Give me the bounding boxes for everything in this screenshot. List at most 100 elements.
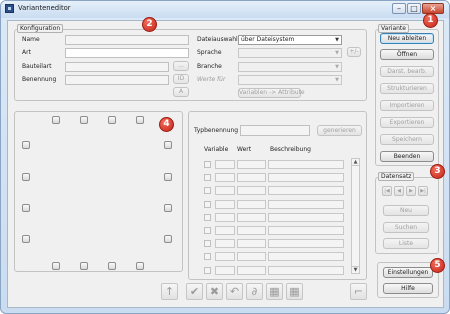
corner-icon[interactable]: ⌐ (350, 283, 367, 300)
arrow-up-icon[interactable]: ↑ (161, 283, 178, 300)
branche-select[interactable]: ▼ (238, 62, 342, 72)
beschreibung-cell[interactable] (268, 226, 344, 235)
variable-cell[interactable] (215, 212, 235, 222)
handle-right-2[interactable] (164, 173, 172, 181)
scroll-down-icon[interactable]: ▼ (352, 266, 359, 273)
variable-checkbox[interactable] (204, 266, 211, 274)
beschreibung-cell[interactable] (268, 212, 344, 222)
variable-cell[interactable] (215, 239, 235, 249)
beenden-button[interactable]: Beenden (380, 151, 434, 162)
variable-checkbox[interactable] (204, 240, 211, 248)
name-field[interactable] (65, 35, 189, 45)
handle-bottom-3[interactable] (108, 262, 116, 270)
wert-cell[interactable] (237, 186, 266, 196)
handle-top-2[interactable] (80, 116, 88, 124)
importieren-button[interactable]: Importieren (380, 100, 434, 111)
table-add-icon[interactable]: ▦ (266, 283, 283, 300)
handle-top-3[interactable] (108, 116, 116, 124)
minimize-icon[interactable]: – (392, 3, 406, 14)
delete-icon[interactable]: ✖ (206, 283, 223, 300)
variable-cell[interactable] (215, 186, 235, 196)
variable-checkbox[interactable] (204, 200, 211, 208)
werte-fuer-select[interactable]: ▼ (238, 75, 342, 85)
variable-cell[interactable] (215, 173, 235, 183)
variable-checkbox[interactable] (204, 227, 211, 234)
variable-scrollbar[interactable]: ▲ ▼ (351, 158, 360, 274)
typbenennung-field[interactable] (240, 125, 310, 136)
speichern-button[interactable]: Speichern (380, 134, 434, 145)
wert-cell[interactable] (237, 252, 266, 262)
suchen-button[interactable]: Suchen (383, 222, 429, 233)
exportieren-button[interactable]: Exportieren (380, 117, 434, 128)
handle-bottom-1[interactable] (52, 262, 60, 270)
variable-checkbox[interactable] (204, 161, 211, 168)
handle-left-2[interactable] (22, 173, 30, 181)
handle-left-4[interactable] (22, 235, 30, 243)
first-record-icon[interactable]: |◀ (382, 186, 392, 196)
id-button[interactable]: ID (173, 74, 189, 84)
einstellungen-button[interactable]: Einstellungen (383, 267, 433, 278)
bauteilart-browse-button[interactable]: ... (173, 61, 189, 71)
darst-bearb-button[interactable]: Darst. bearb. (380, 66, 434, 77)
wert-cell[interactable] (237, 226, 266, 235)
benennung-field[interactable] (65, 75, 169, 85)
next-record-icon[interactable]: ▶ (406, 186, 416, 196)
datensatz-legend: Datensatz (378, 172, 415, 181)
handle-right-3[interactable] (164, 204, 172, 212)
wert-cell[interactable] (237, 199, 266, 209)
plusminus-button[interactable]: +/- (347, 47, 361, 57)
variable-checkbox[interactable] (204, 213, 211, 221)
wert-cell[interactable] (237, 265, 266, 275)
handle-right-1[interactable] (164, 141, 172, 149)
dateiauswahl-select[interactable]: über Dateisystem ▼ (238, 35, 342, 45)
liste-button[interactable]: Liste (383, 238, 429, 249)
neu-button[interactable]: Neu (383, 205, 429, 216)
wert-cell[interactable] (237, 212, 266, 222)
handle-right-4[interactable] (164, 235, 172, 243)
variablen-attribute-button[interactable]: Variablen -> Attribute (238, 88, 305, 98)
oeffnen-button[interactable]: Öffnen (380, 49, 434, 60)
hilfe-button[interactable]: Hilfe (383, 283, 433, 294)
wert-cell[interactable] (237, 239, 266, 249)
handle-top-1[interactable] (52, 116, 60, 124)
beschreibung-cell[interactable] (268, 186, 344, 196)
art-field[interactable] (65, 48, 189, 58)
wert-cell[interactable] (237, 173, 266, 183)
formula-icon[interactable]: ∂ (246, 283, 263, 300)
close-icon[interactable]: × (422, 3, 444, 14)
variable-cell[interactable] (215, 199, 235, 209)
neu-ableiten-button[interactable]: Neu ableiten (380, 33, 434, 44)
maximize-icon[interactable]: □ (407, 3, 421, 14)
last-record-icon[interactable]: ▶| (418, 186, 428, 196)
handle-left-3[interactable] (22, 204, 30, 212)
beschreibung-cell[interactable] (268, 199, 344, 209)
variable-checkbox[interactable] (204, 253, 211, 261)
variable-cell[interactable] (215, 160, 235, 169)
sprache-select[interactable]: ▼ (238, 48, 342, 58)
variable-checkbox[interactable] (204, 187, 211, 195)
bauteilart-field[interactable] (65, 62, 169, 72)
beschreibung-cell[interactable] (268, 252, 344, 262)
variable-cell[interactable] (215, 265, 235, 275)
scroll-up-icon[interactable]: ▲ (352, 159, 359, 166)
handle-top-4[interactable] (136, 116, 144, 124)
beschreibung-cell[interactable] (268, 239, 344, 249)
strukturieren-button[interactable]: Strukturieren (380, 83, 434, 94)
a-button[interactable]: A (173, 87, 189, 97)
handle-bottom-2[interactable] (80, 262, 88, 270)
variable-cell[interactable] (215, 226, 235, 235)
beschreibung-cell[interactable] (268, 265, 344, 275)
undo-icon[interactable]: ↶ (226, 283, 243, 300)
handle-bottom-4[interactable] (136, 262, 144, 270)
beschreibung-cell[interactable] (268, 160, 344, 169)
table-remove-icon[interactable]: ▦ (286, 283, 303, 300)
generieren-button[interactable]: generieren (317, 125, 362, 136)
handle-left-1[interactable] (22, 141, 30, 149)
check-icon[interactable]: ✔ (186, 283, 203, 300)
wert-cell[interactable] (237, 160, 266, 169)
variable-cell[interactable] (215, 252, 235, 262)
prev-record-icon[interactable]: ◀ (394, 186, 404, 196)
typbenennung-label: Typbenennung (194, 127, 239, 134)
beschreibung-cell[interactable] (268, 173, 344, 183)
variable-checkbox[interactable] (204, 174, 211, 182)
